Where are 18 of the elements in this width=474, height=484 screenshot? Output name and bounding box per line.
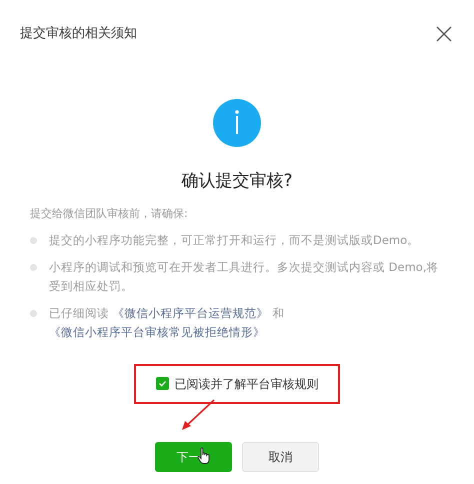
bullet-icon — [30, 264, 37, 270]
info-icon — [213, 98, 261, 146]
dialog-title: 提交审核的相关须知 — [20, 25, 137, 43]
rules-link[interactable]: 《微信小程序平台审核常见被拒绝情形》 — [49, 324, 265, 338]
bullet-icon — [30, 310, 37, 316]
intro-text: 提交给微信团队审核前，请确保: — [30, 206, 189, 222]
bullet-icon — [30, 236, 37, 244]
cancel-button[interactable]: 取消 — [242, 442, 319, 472]
close-icon[interactable] — [436, 26, 452, 42]
hand-cursor-icon — [197, 446, 211, 464]
rules-link[interactable]: 《微信小程序平台运营规范》 — [112, 306, 269, 320]
checkbox[interactable] — [156, 377, 168, 390]
item-text: 和 — [271, 306, 284, 320]
item-text: 小程序的调试和预览可在开发者工具进行。多次提交测试内容或 Demo,将受到相应处罚。 — [49, 260, 438, 292]
agreement-label: 已阅读并了解平台审核规则 — [174, 376, 318, 392]
item-text: 提交的小程序功能完整，可正常打开和运行，而不是测试版或Demo。 — [49, 232, 420, 246]
item-text: 已仔细阅读 — [49, 306, 110, 320]
dialog-heading: 确认提交审核? — [181, 170, 293, 192]
